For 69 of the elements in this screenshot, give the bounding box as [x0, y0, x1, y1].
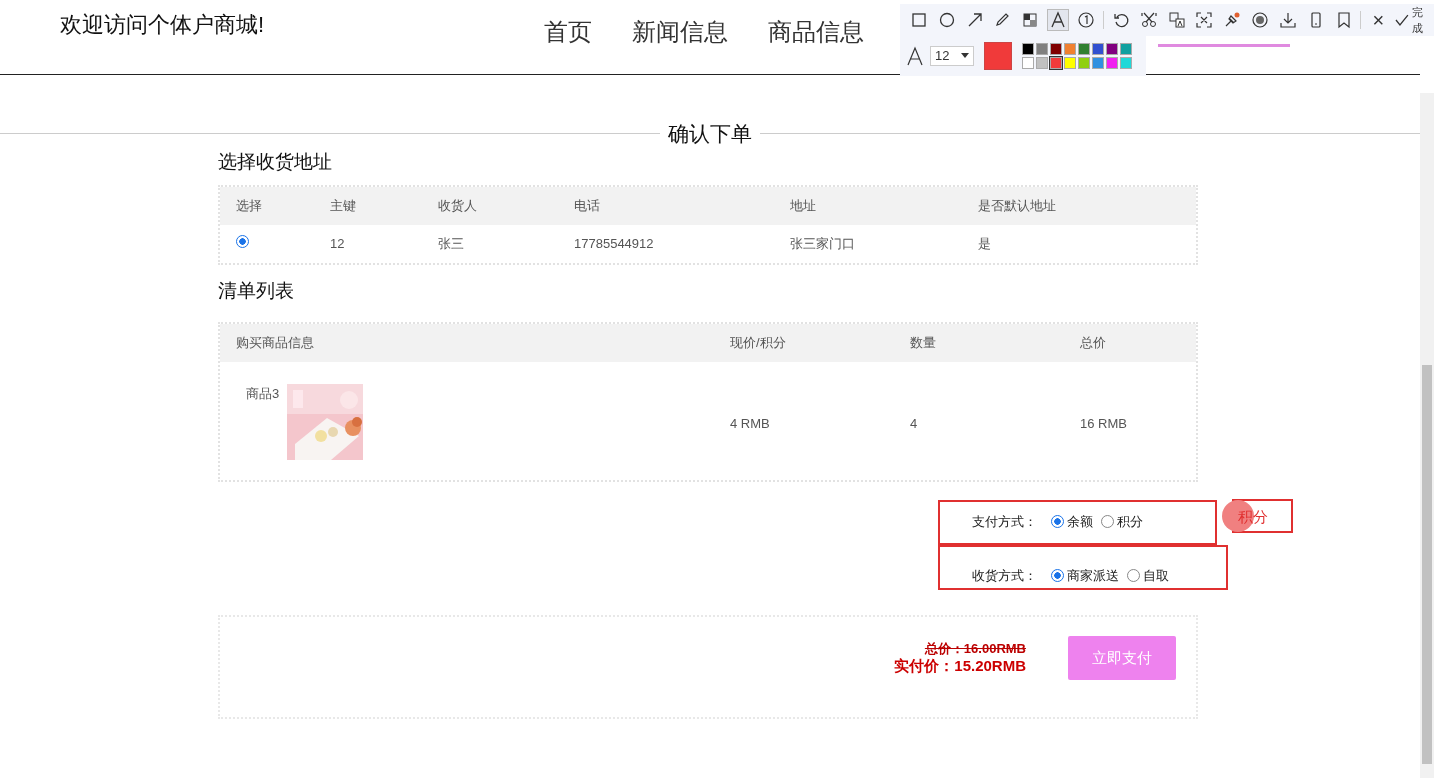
close-button[interactable]: × — [1367, 9, 1390, 31]
check-icon — [1395, 13, 1410, 27]
scrollbar[interactable] — [1420, 93, 1434, 778]
nav-link[interactable]: 新闻信息 — [632, 14, 728, 57]
caret-icon — [961, 53, 969, 59]
column-header: 主键 — [330, 196, 357, 215]
column-header: 购买商品信息 — [235, 333, 315, 352]
field-label: 支付方式： — [972, 513, 1037, 531]
radio-label: 商家派送 — [1067, 567, 1119, 585]
color-swatch[interactable] — [1050, 57, 1062, 69]
color-swatch[interactable] — [1036, 43, 1048, 55]
table-cell-text: 4 RMB — [730, 414, 771, 433]
nav-link[interactable]: 首页 — [544, 14, 592, 57]
page-title: 确认下单 — [667, 121, 753, 147]
annotation-text: 积分 — [1238, 507, 1268, 527]
table-cell-text: 12 — [330, 234, 346, 253]
radio-button[interactable] — [236, 235, 249, 249]
color-swatch[interactable] — [1106, 57, 1118, 69]
column-header: 现价/积分 — [730, 333, 787, 352]
radio-label: 积分 — [1117, 513, 1143, 531]
color-swatch[interactable] — [1092, 57, 1104, 69]
radio-button[interactable] — [1051, 569, 1064, 583]
radio-label: 余额 — [1067, 513, 1093, 531]
section-title: 清单列表 — [218, 279, 295, 303]
radio-label: 自取 — [1143, 567, 1169, 585]
color-swatch[interactable] — [1022, 57, 1034, 69]
paid-price: 实付价：15.20RMB — [894, 657, 1026, 675]
column-header: 电话 — [574, 196, 601, 215]
scrollbar-thumb[interactable] — [1422, 365, 1432, 764]
section-title: 选择收货地址 — [218, 150, 333, 174]
color-swatch[interactable] — [1022, 43, 1034, 55]
table-cell-text: 张三 — [438, 234, 465, 253]
color-swatch[interactable] — [1050, 43, 1062, 55]
font-size-dropdown[interactable]: 12 — [930, 46, 974, 66]
done-button[interactable]: 完成 — [1395, 3, 1434, 37]
table-cell-text: 17785544912 — [574, 234, 655, 253]
table-cell-text: 4 — [910, 414, 919, 433]
product-name: 商品3 — [246, 384, 280, 403]
radio-button[interactable] — [1051, 515, 1064, 529]
field-label: 收货方式： — [972, 567, 1037, 585]
color-swatch[interactable] — [1078, 57, 1090, 69]
column-header: 数量 — [910, 333, 937, 352]
record-icon[interactable] — [1249, 9, 1271, 31]
color-swatch[interactable] — [1092, 43, 1104, 55]
table-cell-text: 16 RMB — [1080, 414, 1128, 433]
column-header: 收货人 — [438, 196, 478, 215]
column-header: 总价 — [1080, 333, 1107, 352]
number-icon[interactable] — [1075, 9, 1097, 31]
radio-button[interactable] — [1127, 569, 1140, 583]
color-swatch[interactable] — [1106, 43, 1118, 55]
color-swatch[interactable] — [1120, 57, 1132, 69]
color-swatch[interactable] — [1064, 57, 1076, 69]
table-cell-text: 张三家门口 — [790, 234, 856, 253]
annotation-marker — [1222, 500, 1254, 532]
nav-link[interactable]: 商品信息 — [768, 14, 864, 57]
radio-button[interactable] — [1101, 515, 1114, 529]
table-cell-text: 是 — [978, 234, 992, 253]
original-price: 总价：16.00RMB — [923, 641, 1026, 657]
welcome-text: 欢迎访问个体户商城! — [60, 11, 265, 39]
color-swatch[interactable] — [1120, 43, 1132, 55]
current-color-swatch[interactable] — [984, 42, 1012, 70]
color-swatch[interactable] — [1036, 57, 1048, 69]
column-header: 地址 — [790, 196, 817, 215]
font-size-icon — [906, 46, 924, 66]
color-swatch[interactable] — [1078, 43, 1090, 55]
column-header: 是否默认地址 — [978, 196, 1057, 215]
text-tool-icon[interactable] — [1047, 9, 1070, 31]
color-swatch[interactable] — [1064, 43, 1076, 55]
column-header: 选择 — [235, 196, 263, 215]
